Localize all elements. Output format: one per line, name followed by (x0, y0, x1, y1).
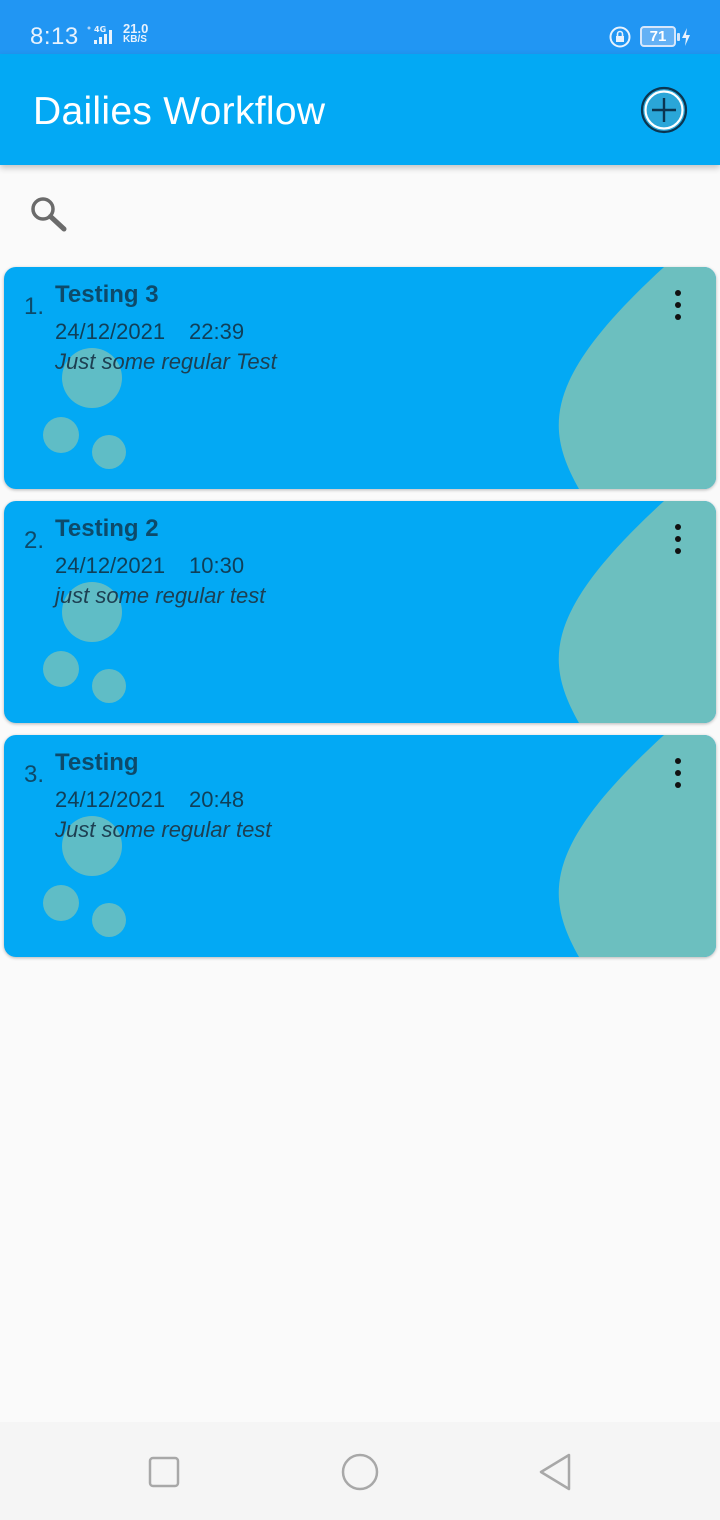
rotation-lock-icon (609, 26, 631, 48)
network-speed-unit: KB/S (123, 34, 147, 45)
recent-apps-icon[interactable] (144, 1452, 184, 1492)
network-speed: 21.0 KB/S (123, 22, 148, 45)
workflow-time: 10:30 (189, 553, 245, 578)
workflow-title: Testing 2 (55, 515, 159, 542)
workflow-index: 3. (24, 761, 45, 788)
workflow-description: Just some regular test (55, 817, 272, 842)
workflow-date: 24/12/2021 (55, 553, 166, 578)
status-time: 8:13 (30, 23, 79, 50)
page-title: Dailies Workflow (33, 90, 326, 133)
more-vert-icon[interactable] (664, 287, 692, 323)
back-icon[interactable] (536, 1452, 576, 1492)
charging-icon (682, 28, 690, 46)
add-workflow-button[interactable] (640, 86, 688, 134)
system-nav-bar (0, 1422, 720, 1520)
home-icon[interactable] (340, 1452, 380, 1492)
more-vert-icon[interactable] (664, 755, 692, 791)
workflow-index: 2. (24, 527, 45, 554)
workflow-card[interactable]: 1. Testing 3 24/12/2021 22:39 Just some regu… (4, 267, 716, 489)
search-icon[interactable] (28, 194, 68, 234)
workflow-date: 24/12/2021 (55, 319, 166, 344)
workflow-card[interactable]: 2. Testing 2 24/12/2021 10:30 just some regu… (4, 501, 716, 723)
workflow-card[interactable]: 3. Testing 24/12/2021 20:48 Just some regula… (4, 735, 716, 957)
more-vert-icon[interactable] (664, 521, 692, 557)
status-bar: 8:13 4G 21.0 KB/S 71 (0, 0, 720, 54)
workflow-index: 1. (24, 293, 45, 320)
battery-level: 71 (649, 28, 667, 45)
signal-icon: 4G (87, 25, 112, 44)
workflow-time: 22:39 (189, 319, 245, 344)
workflow-time: 20:48 (189, 787, 245, 812)
workflow-description: Just some regular Test (55, 349, 277, 374)
app-bar: Dailies Workflow (0, 54, 720, 165)
battery-icon: 71 (640, 26, 680, 47)
workflow-description: just some regular test (55, 583, 266, 608)
workflow-title: Testing (55, 749, 139, 776)
workflow-title: Testing 3 (55, 281, 159, 308)
workflow-date: 24/12/2021 (55, 787, 166, 812)
network-type: 4G (94, 25, 106, 34)
